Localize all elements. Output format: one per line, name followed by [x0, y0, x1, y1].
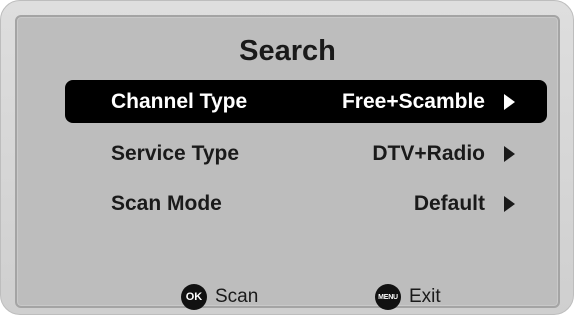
- scan-hint[interactable]: OK Scan: [181, 283, 258, 311]
- menu-item-scan-mode[interactable]: Scan Mode Default: [65, 182, 547, 225]
- dialog-title: Search: [239, 35, 336, 67]
- exit-hint[interactable]: MENU Exit: [375, 283, 441, 311]
- scan-mode-label: Scan Mode: [111, 192, 222, 215]
- scan-hint-label: Scan: [215, 286, 259, 307]
- exit-hint-label: Exit: [409, 286, 441, 307]
- ok-button-icon: OK: [181, 284, 207, 310]
- search-dialog: Search Channel Type Free+Scamble Service…: [15, 15, 560, 311]
- menu-item-service-type[interactable]: Service Type DTV+Radio: [65, 132, 547, 175]
- service-type-value: DTV+Radio: [372, 142, 485, 165]
- scan-mode-value: Default: [413, 192, 485, 215]
- channel-type-label: Channel Type: [111, 90, 248, 113]
- channel-type-value: Free+Scamble: [341, 90, 485, 113]
- menu-item-channel-type[interactable]: Channel Type Free+Scamble: [65, 80, 547, 123]
- menu-button-icon: MENU: [375, 284, 401, 310]
- chevron-right-icon: [504, 94, 515, 110]
- service-type-label: Service Type: [111, 142, 240, 165]
- chevron-right-icon: [504, 146, 515, 162]
- osd-frame: Search Channel Type Free+Scamble Service…: [0, 0, 574, 315]
- chevron-right-icon: [504, 196, 515, 212]
